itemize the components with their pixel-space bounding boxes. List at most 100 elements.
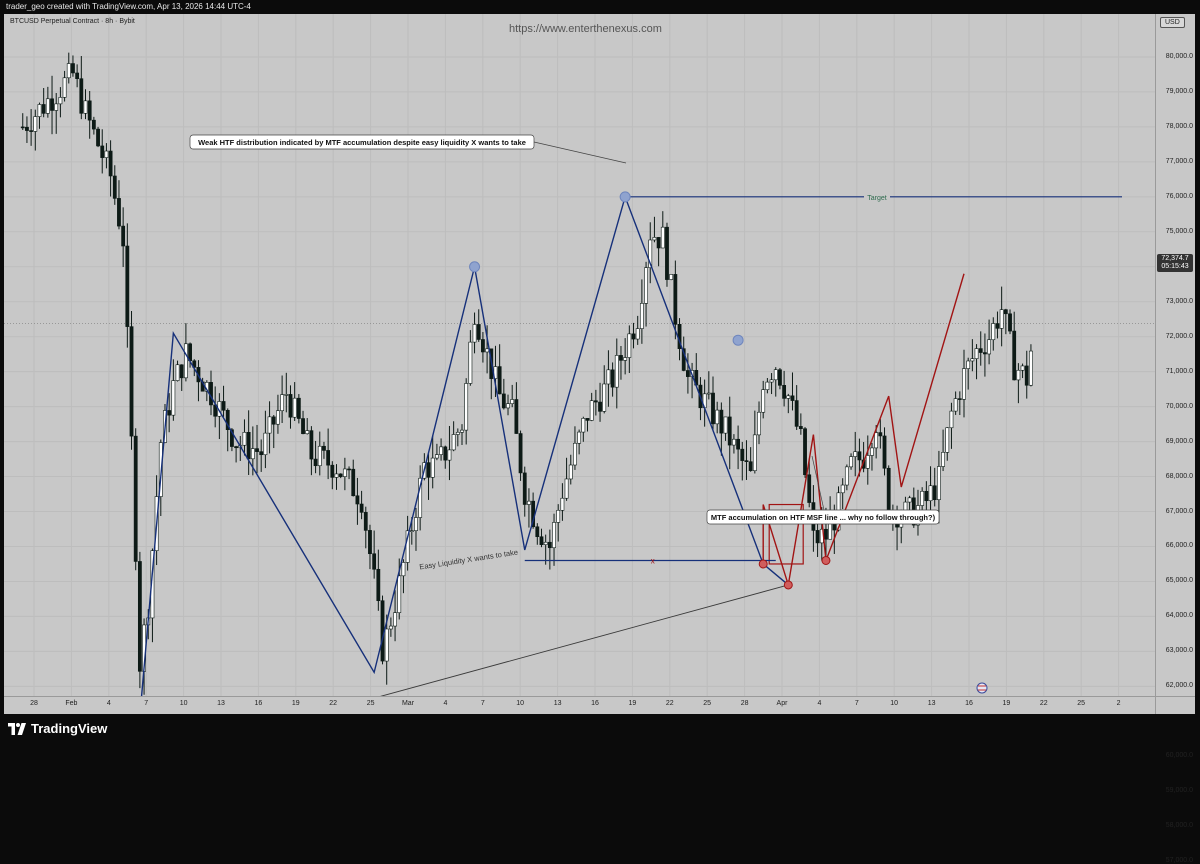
candle-body xyxy=(58,97,63,105)
candle-body xyxy=(966,360,971,369)
top-callout: Weak HTF distribution indicated by MTF a… xyxy=(198,138,526,147)
candle-body xyxy=(619,355,623,361)
x-tick-label: 10 xyxy=(890,700,899,707)
candle-body xyxy=(765,381,770,391)
candle-body xyxy=(740,448,745,461)
candle-body xyxy=(359,503,364,513)
candle-body xyxy=(1029,350,1033,386)
y-tick-label: 59,000.0 xyxy=(1165,787,1193,795)
x-tick-label: 16 xyxy=(591,700,599,707)
candle-body xyxy=(342,468,347,477)
candle-body xyxy=(137,561,142,672)
candle-body xyxy=(292,397,297,418)
candle-body xyxy=(66,63,71,79)
candle-body xyxy=(175,364,180,381)
candle-body xyxy=(656,237,661,249)
tradingview-brand: TradingView xyxy=(31,721,108,736)
time-axis[interactable]: 28 Feb 4 7 10 13 16 19 22 25 Mar 4 7 10 13 16 19 22 25 28 Ap… xyxy=(4,696,1155,715)
candle-body xyxy=(736,438,741,450)
candle-body xyxy=(853,451,858,457)
candle-body xyxy=(485,348,490,353)
candle-body xyxy=(945,427,950,453)
current-price-value: 72,374.7 xyxy=(1161,255,1189,262)
candle-body xyxy=(560,497,565,511)
x-tick-label: 16 xyxy=(965,700,973,707)
candle-body xyxy=(317,445,322,467)
watermark-url: https://www.enterthenexus.com xyxy=(509,23,662,35)
candle-body xyxy=(882,435,887,469)
candle-body xyxy=(510,399,515,404)
candle-body xyxy=(276,410,280,425)
candle-body xyxy=(970,358,975,362)
price-axis[interactable]: USD 80,000.0 79,000.0 78,000.0 77,000.0 76,0… xyxy=(1155,14,1195,864)
x-tick-label: 7 xyxy=(480,700,485,707)
candle-body xyxy=(242,432,247,446)
candle-body xyxy=(355,495,360,505)
candle-body xyxy=(121,225,126,247)
candle-body xyxy=(556,509,561,523)
candle-body xyxy=(284,394,289,396)
y-tick-label: 75,000.0 xyxy=(1165,227,1193,235)
y-tick-label: 71,000.0 xyxy=(1165,367,1193,375)
candle-body xyxy=(983,352,987,355)
candle-body xyxy=(62,77,67,98)
y-tick-label: 73,000.0 xyxy=(1165,297,1193,305)
candle-body xyxy=(347,468,351,471)
candle-body xyxy=(83,100,88,114)
candle-body xyxy=(543,541,548,545)
candle-body xyxy=(376,568,381,602)
candle-body xyxy=(778,369,782,386)
x-tick-label: 19 xyxy=(628,700,637,707)
candle-body xyxy=(568,464,573,480)
candle-body xyxy=(351,468,356,497)
candle-body xyxy=(112,175,117,199)
candle-body xyxy=(928,485,933,502)
candle-body xyxy=(246,432,251,460)
candle-body xyxy=(953,398,958,412)
candle-body xyxy=(259,451,264,456)
x-tick-label: 25 xyxy=(703,700,712,707)
candle-body xyxy=(117,198,121,227)
candle-body xyxy=(468,341,473,384)
candle-body xyxy=(443,446,448,461)
candle-body xyxy=(41,104,46,114)
candle-body xyxy=(706,392,711,395)
candle-body xyxy=(844,466,849,486)
candle-body xyxy=(974,348,979,359)
candle-body xyxy=(782,385,787,399)
candle-body xyxy=(849,456,853,468)
swing-low-marker xyxy=(783,580,793,590)
easy-liquidity-label: Easy Liquidity X wants to take xyxy=(419,548,519,572)
candle-body xyxy=(255,448,259,452)
x-tick-label: 25 xyxy=(1077,700,1086,707)
x-mark-label: x xyxy=(651,556,655,565)
x-tick-label: Apr xyxy=(776,700,788,707)
candle-body xyxy=(1016,369,1021,381)
chart-pane[interactable]: x Target Easy Liquidity X wants to take Wea… xyxy=(4,14,1155,696)
candle-body xyxy=(610,369,615,388)
candle-body xyxy=(305,430,310,435)
red-swing-path xyxy=(762,273,965,586)
candle-body xyxy=(125,245,130,327)
y-tick-label: 66,000.0 xyxy=(1165,542,1193,550)
candle-body xyxy=(757,411,761,436)
price-chart[interactable]: x Target Easy Liquidity X wants to take Wea… xyxy=(4,14,1155,696)
currency-label[interactable]: USD xyxy=(1160,17,1185,28)
candle-body xyxy=(623,357,628,361)
candle-body xyxy=(978,348,983,353)
candle-body xyxy=(497,366,502,395)
candle-body xyxy=(589,400,594,421)
y-tick-label: 79,000.0 xyxy=(1165,87,1193,95)
candle-body xyxy=(685,370,690,377)
candle-body xyxy=(886,467,891,517)
y-tick-label: 70,000.0 xyxy=(1165,402,1193,410)
candle-body xyxy=(372,553,377,570)
candle-body xyxy=(313,458,318,467)
candle-body xyxy=(665,226,669,280)
candle-body xyxy=(460,429,464,433)
x-tick-label: 22 xyxy=(1039,700,1048,707)
candle-body xyxy=(301,418,305,435)
candle-body xyxy=(1008,313,1012,332)
symbol-label: BTCUSD Perpetual Contract · 8h · Bybit xyxy=(10,18,135,25)
candle-body xyxy=(414,517,418,531)
